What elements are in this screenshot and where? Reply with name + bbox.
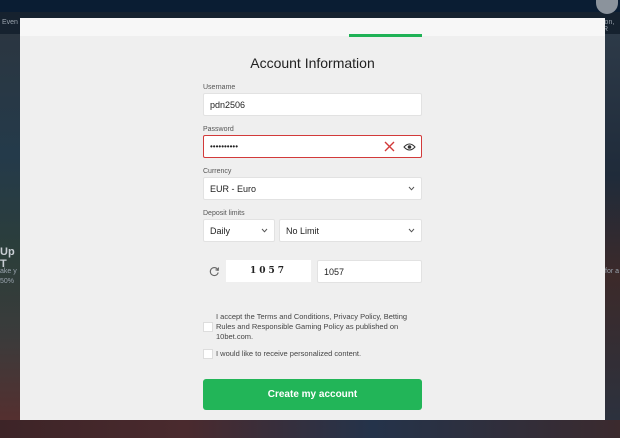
show-password-icon[interactable] (403, 142, 416, 152)
username-label: Username (203, 84, 236, 91)
currency-label: Currency (203, 168, 232, 175)
modal-tabs-strip (20, 18, 605, 36)
username-value: pdn2506 (210, 99, 246, 110)
captcha-image: 1057 (226, 260, 311, 282)
deposit-period-select[interactable]: Daily (203, 219, 275, 242)
deposit-amount-select[interactable]: No Limit (279, 219, 422, 242)
captcha-value: 1057 (324, 266, 345, 277)
active-step-indicator (349, 34, 422, 37)
username-input[interactable]: pdn2506 (203, 93, 422, 116)
refresh-icon (209, 266, 219, 276)
background-left-panel: Up T ake y 50% (0, 34, 20, 438)
page-title: Account Information (250, 55, 375, 71)
currency-select[interactable]: EUR - Euro (203, 177, 422, 200)
background-header (0, 0, 620, 12)
background-nav-text-right: ion, R (603, 19, 615, 33)
captcha-input[interactable]: 1057 (317, 260, 422, 283)
background-nav-text-left: Even (2, 19, 18, 26)
deposit-period-value: Daily (210, 225, 231, 236)
background-promo-percent: 50% (0, 278, 15, 285)
terms-checkbox[interactable] (203, 322, 213, 332)
terms-label: I accept the Terms and Conditions, Priva… (216, 312, 408, 341)
deposit-limits-label: Deposit limits (203, 210, 245, 217)
refresh-captcha-button[interactable] (203, 260, 225, 282)
create-account-button[interactable]: Create my account (203, 379, 422, 410)
personalized-content-checkbox[interactable] (203, 349, 213, 359)
registration-modal: Account Information Username pdn2506 Pas… (20, 18, 605, 420)
clear-icon[interactable] (384, 141, 395, 152)
password-input[interactable]: •••••••••• (203, 135, 422, 158)
background-right-text: for a (605, 268, 620, 275)
personalized-content-label: I would like to receive personalized con… (216, 349, 362, 358)
background-promo-text: ake y (0, 268, 17, 275)
chevron-down-icon (408, 228, 415, 233)
chevron-down-icon (261, 228, 268, 233)
password-value: •••••••••• (210, 142, 239, 151)
chevron-down-icon (408, 186, 415, 191)
background-bottom-banner (0, 420, 620, 438)
background-right-panel: for a (605, 34, 620, 438)
background-promo-title: Up T (0, 246, 15, 270)
currency-value: EUR - Euro (210, 183, 257, 194)
password-label: Password (203, 126, 234, 133)
deposit-amount-value: No Limit (286, 225, 320, 236)
